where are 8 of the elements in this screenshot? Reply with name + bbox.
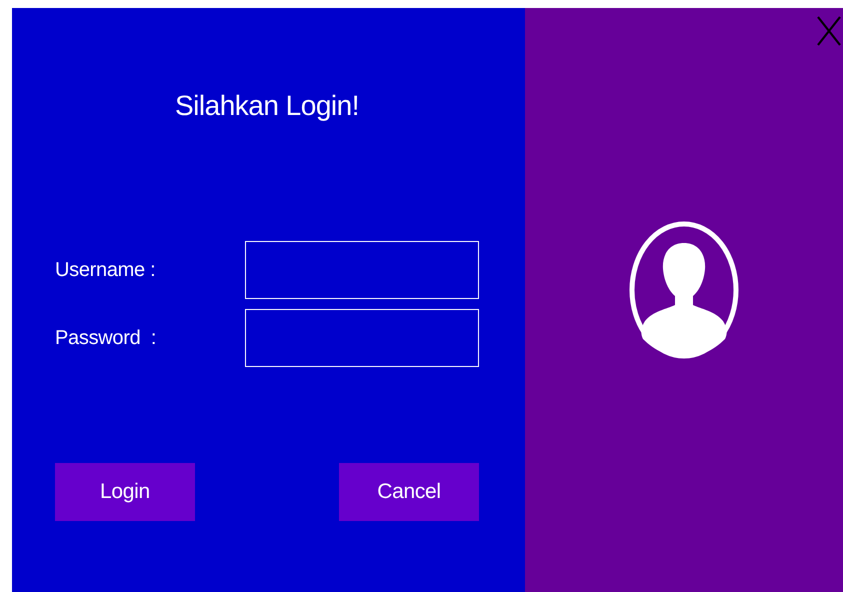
field-label: Password : <box>55 326 156 351</box>
input-field[interactable] <box>245 309 479 367</box>
login-button[interactable]: Login <box>55 463 195 521</box>
input-field[interactable] <box>245 241 479 299</box>
login-title: Silahkan Login! <box>174 89 360 123</box>
user-avatar-icon <box>629 221 739 359</box>
cancel-button[interactable]: Cancel <box>339 463 479 521</box>
field-label: Username : <box>55 258 156 283</box>
